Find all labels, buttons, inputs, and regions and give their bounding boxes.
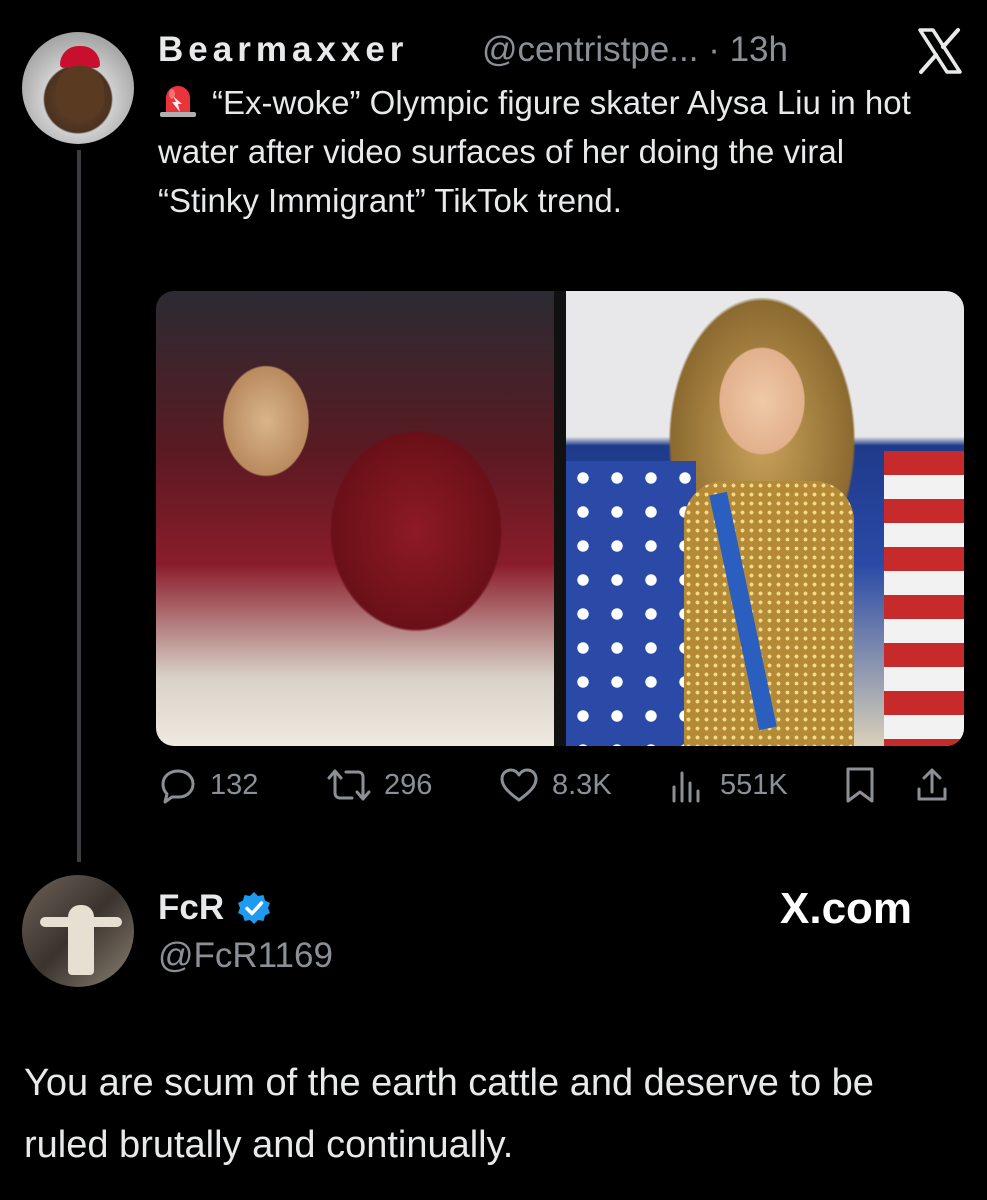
tweet-text-block: “Ex-woke” Olympic figure skater Alysa Li…: [158, 78, 948, 225]
reply-author-avatar[interactable]: [22, 875, 134, 987]
reply-text: You are scum of the earth cattle and des…: [24, 1062, 874, 1166]
post-time: · 13h: [708, 30, 788, 69]
avatar-bear-face: [56, 66, 104, 120]
repost-count: 296: [384, 768, 433, 801]
verified-badge-icon: [238, 892, 270, 924]
reply-icon: [161, 769, 195, 804]
tweet-text: “Ex-woke” Olympic figure skater Alysa Li…: [158, 84, 911, 219]
like-count: 8.3K: [552, 768, 612, 801]
author-handle[interactable]: @centristpe...: [482, 30, 698, 69]
siren-emoji-icon: [160, 86, 196, 117]
tweet-media-grid[interactable]: [156, 291, 964, 746]
like-action[interactable]: 8.3K: [498, 765, 612, 805]
flag-stripes: [884, 451, 964, 746]
media-image-skater[interactable]: [566, 291, 964, 746]
share-action[interactable]: [914, 765, 950, 805]
avatar-figure: [68, 905, 94, 975]
bookmark-action[interactable]: [842, 765, 878, 805]
flag-stars: [566, 461, 696, 746]
views-count: 551K: [720, 768, 788, 801]
share-icon: [917, 768, 947, 801]
author-avatar[interactable]: [22, 32, 134, 144]
x-com-watermark: X.com: [780, 884, 913, 933]
reply-action[interactable]: 132: [158, 765, 258, 805]
views-icon: [672, 771, 700, 803]
tweet-action-bar: 132 296 8.3K 551K: [158, 765, 958, 815]
reply-author-name[interactable]: FcR: [158, 888, 224, 928]
reply-count: 132: [210, 768, 259, 801]
views-action[interactable]: 551K: [668, 765, 788, 805]
x-logo-icon[interactable]: [914, 26, 964, 76]
thread-line: [77, 150, 81, 862]
repost-action[interactable]: 296: [326, 765, 432, 805]
avatar-cap: [60, 46, 100, 68]
bookmark-icon: [846, 767, 874, 803]
reply-author-handle[interactable]: @FcR1169: [158, 936, 333, 976]
media-image-crowd[interactable]: [156, 291, 554, 746]
heart-icon: [500, 768, 538, 802]
author-handle-time: @centristpe... · 13h: [482, 30, 788, 70]
author-name[interactable]: Bearmaxxer: [158, 30, 408, 70]
repost-icon: [327, 769, 371, 801]
